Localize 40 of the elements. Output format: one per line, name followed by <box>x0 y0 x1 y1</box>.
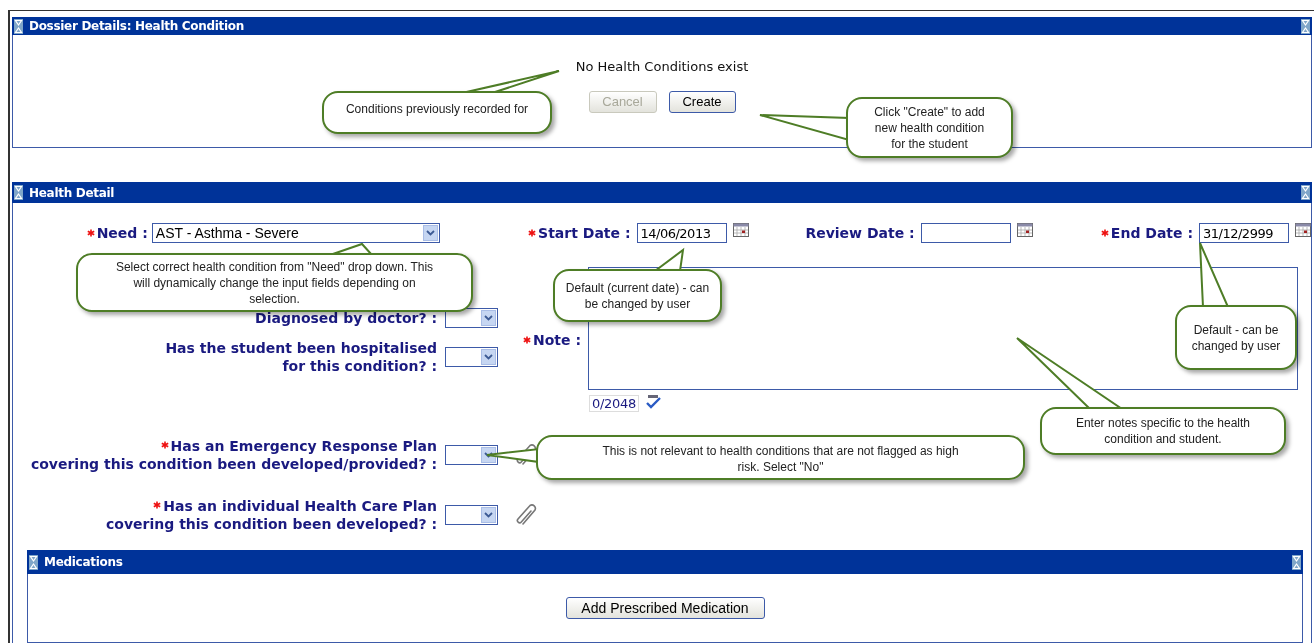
callout-text: This is not relevant to health conditions that are not flagged as high risk. Select "No" <box>601 443 960 475</box>
calendar-icon[interactable] <box>732 223 749 237</box>
collapse-icon[interactable] <box>29 554 38 570</box>
collapse-icon[interactable] <box>1292 554 1301 570</box>
dropdown[interactable] <box>445 347 498 367</box>
empty-message: No Health Conditions exist <box>575 59 749 75</box>
collapse-icon[interactable] <box>14 18 23 34</box>
field-label: Has an individual Health Care Plan covering this condition been developed? : <box>106 497 437 533</box>
field-label: Diagnosed by doctor? : <box>255 309 437 327</box>
date-field[interactable] <box>920 223 1011 243</box>
character-counter: 0/2048 <box>589 395 639 412</box>
collapse-icon[interactable] <box>1301 18 1310 34</box>
callout-text: Click "Create" to add new health condition for the student <box>873 103 986 152</box>
date-field[interactable]: 31/12/2999 <box>1199 223 1289 243</box>
field-label: Has the student been hospitalised for this condition? : <box>165 339 437 375</box>
callout-text: Default - can be changed by user <box>1190 321 1282 354</box>
panel-title: Dossier Details: Health Condition <box>29 18 244 35</box>
dropdown-value: AST - Asthma - Severe <box>155 226 299 240</box>
calendar-icon[interactable] <box>1295 223 1311 237</box>
callout-text: Conditions previously recorded for <box>345 101 529 117</box>
button[interactable]: Create <box>668 91 736 113</box>
field-label: Has an Emergency Response Plan covering this condition been developed/provided? : <box>30 437 437 473</box>
dropdown[interactable] <box>445 505 498 525</box>
field-label: Review Date : <box>805 224 915 242</box>
callout-text: Default (current date) - can be changed by user <box>564 279 711 312</box>
callout-text: Select correct health condition from "Need" drop down. This will dynamically change the input fields depending on selection. <box>114 258 435 307</box>
panel-title: Health Detail <box>29 184 115 202</box>
callout-text: Enter notes specific to the health condition and student. <box>1074 415 1252 447</box>
field-label: Start Date : <box>538 224 631 242</box>
dropdown[interactable] <box>445 308 498 328</box>
field-label: Note : <box>533 331 581 349</box>
calendar-icon[interactable] <box>1016 223 1033 237</box>
button[interactable]: Add Prescribed Medication <box>565 597 765 619</box>
date-field[interactable]: 14/06/2013 <box>636 223 727 243</box>
dropdown[interactable] <box>445 445 498 465</box>
spellcheck-icon[interactable] <box>644 395 662 409</box>
field-label: End Date : <box>1110 224 1193 242</box>
paperclip-icon[interactable] <box>515 504 539 526</box>
panel-title: Medications <box>44 554 123 571</box>
field-label: Need : <box>96 224 148 242</box>
